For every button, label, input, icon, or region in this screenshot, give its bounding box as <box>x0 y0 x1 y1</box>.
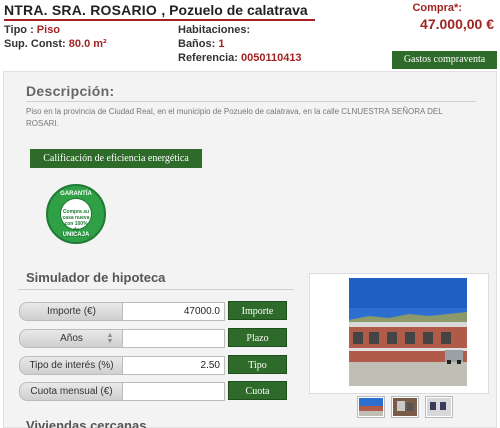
importe-label: Importe (€) <box>19 302 124 321</box>
property-name: NTRA. SRA. ROSARIO <box>4 2 157 18</box>
thumbnail-1[interactable] <box>357 396 385 418</box>
referencia-field: Referencia: 0050110413 <box>178 52 302 64</box>
tipo-button[interactable]: Tipo <box>228 355 287 374</box>
price-value: 47.000,00 € <box>420 16 494 32</box>
cuota-button[interactable]: Cuota <box>228 381 287 400</box>
guarantee-seal-icon: GARANTÍA Compra su casa nueva con 100% d… <box>46 184 106 244</box>
superficie-label: Sup. Const: <box>4 38 66 50</box>
description-text: Piso en la provincia de Ciudad Real, en … <box>26 107 443 128</box>
importe-button[interactable]: Importe <box>228 301 287 320</box>
referencia-value: 0050110413 <box>240 52 302 64</box>
thumbnail-2[interactable] <box>391 396 419 418</box>
price-label: Compra*: <box>412 2 462 14</box>
tipo-field: Tipo : Piso <box>4 24 60 36</box>
tipo-interes-input[interactable]: 2.50 <box>122 356 225 375</box>
seal-bottom-text: UNICAJA <box>62 232 90 238</box>
superficie-value: 80.0 m² <box>68 38 107 50</box>
cuota-label: Cuota mensual (€) <box>19 382 124 401</box>
property-photo[interactable] <box>349 278 467 386</box>
property-photo-frame <box>309 273 489 394</box>
description-title: Descripción: <box>26 83 115 99</box>
nearby-properties-title: Viviendas cercanas <box>26 418 147 428</box>
tipo-interes-label: Tipo de interés (%) <box>19 356 124 375</box>
plazo-button[interactable]: Plazo <box>228 328 287 347</box>
energy-rating-button[interactable]: Calificación de eficiencia energética <box>30 149 202 168</box>
listing-title: NTRA. SRA. ROSARIO , Pozuelo de calatrav… <box>4 2 308 20</box>
thumbnail-3[interactable] <box>425 396 453 418</box>
banos-field: Baños: 1 <box>178 38 224 50</box>
stepper-arrows-icon[interactable]: ▲ ▼ <box>105 332 115 345</box>
simulator-title: Simulador de hipoteca <box>26 270 166 285</box>
habitaciones-label: Habitaciones: <box>178 24 251 36</box>
simulator-divider <box>18 289 294 290</box>
importe-input[interactable]: 47000.0 <box>122 302 225 321</box>
anos-label: Años <box>60 333 83 344</box>
tipo-value: Piso <box>36 24 61 36</box>
referencia-label: Referencia: <box>178 52 238 64</box>
listing-header: NTRA. SRA. ROSARIO , Pozuelo de calatrav… <box>0 0 500 70</box>
gastos-compraventa-button[interactable]: Gastos compraventa <box>392 51 497 69</box>
cuota-input[interactable] <box>122 382 225 401</box>
anos-input[interactable] <box>122 329 225 348</box>
anos-select[interactable]: Años ▲ ▼ <box>19 329 124 348</box>
tipo-label: Tipo : <box>4 24 34 36</box>
habitaciones-field: Habitaciones: <box>178 24 250 36</box>
banos-value: 1 <box>218 38 225 50</box>
property-location: , Pozuelo de calatrava <box>161 2 308 18</box>
superficie-field: Sup. Const: 80.0 m² <box>4 38 107 50</box>
banos-label: Baños: <box>178 38 216 50</box>
description-divider <box>26 101 476 102</box>
seal-top-text: GARANTÍA <box>60 191 92 197</box>
title-underline <box>4 19 315 21</box>
seal-inner: Compra su casa nueva con 100% de financi… <box>60 198 92 239</box>
